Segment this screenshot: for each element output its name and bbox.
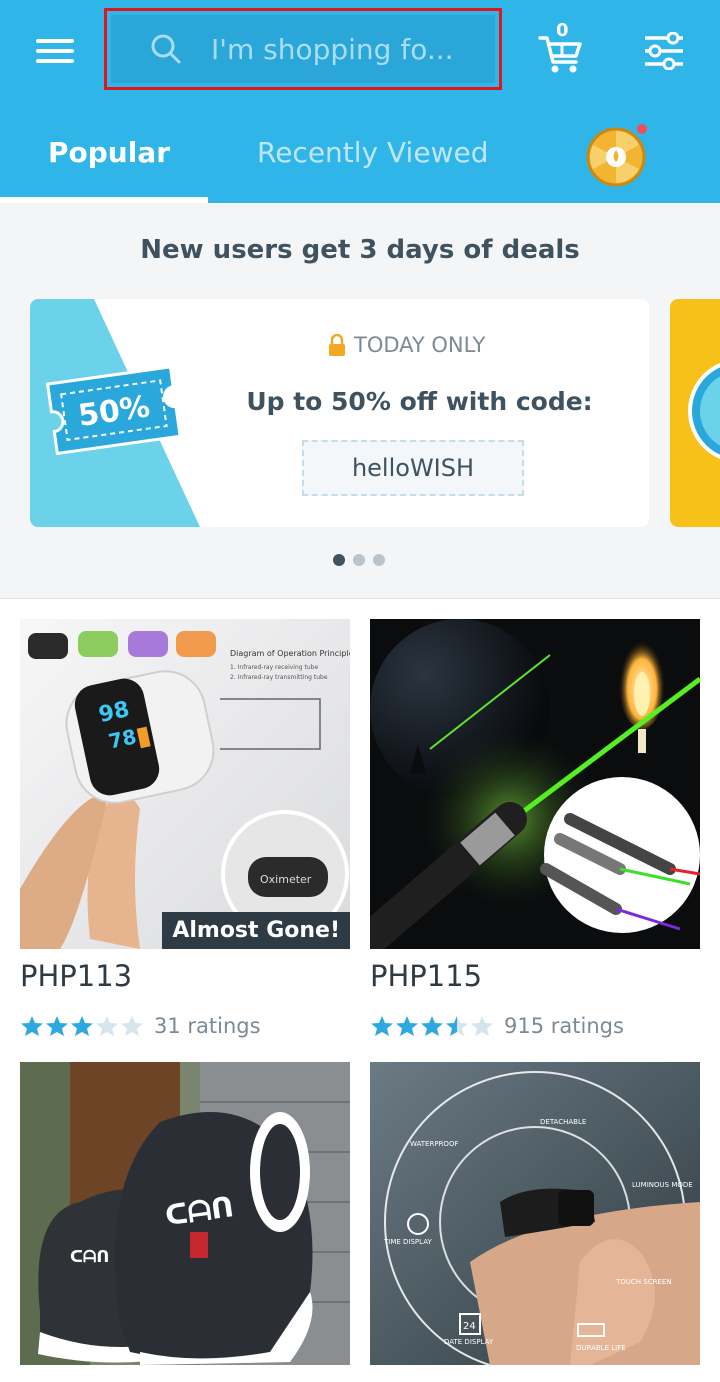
carousel-dot-1[interactable] [333, 554, 345, 566]
feature-durable-life: DURABLE LIFE [576, 1344, 626, 1352]
star-icon [421, 1016, 443, 1036]
spin-wheel-promo-icon [688, 363, 720, 459]
product-card[interactable]: PHP115 915 ratings [370, 619, 700, 1039]
product-card[interactable]: ᑕᗩᑎ ᑕᗩᑎ [20, 1062, 350, 1365]
carousel-dots [333, 554, 385, 566]
product-rating: 31 ratings [20, 1014, 261, 1038]
new-user-deals-section: New users get 3 days of deals 50% TODAY … [0, 203, 720, 599]
date-display-day: 24 [463, 1321, 476, 1332]
filter-sliders-icon [645, 31, 683, 71]
ratings-count: 31 ratings [154, 1014, 261, 1038]
promo-card[interactable]: 50% TODAY ONLY Up to 50% off with code: … [30, 299, 649, 527]
star-icon [46, 1016, 68, 1036]
tab-popular[interactable]: Popular [48, 136, 170, 169]
spin-wheel-icon [586, 124, 647, 187]
carousel-dot-2[interactable] [353, 554, 365, 566]
star-icon [21, 1016, 43, 1036]
product-image-laser-pointer [370, 619, 700, 949]
bottom-edge [0, 1365, 720, 1382]
almost-gone-badge: Almost Gone! [162, 912, 350, 949]
diagram-line-2: 2. Infrared-ray transmitting tube [230, 674, 328, 681]
product-image-oximeter: Diagram of Operation Principle 1. Infrar… [20, 619, 350, 949]
menu-icon[interactable] [36, 36, 76, 68]
star-icon [471, 1016, 493, 1036]
feature-touch-screen: TOUCH SCREEN [615, 1278, 672, 1286]
star-icon [396, 1016, 418, 1036]
star-icon [121, 1016, 143, 1036]
search-bar[interactable] [104, 8, 502, 90]
search-icon [151, 34, 181, 64]
product-rating: 915 ratings [370, 1014, 624, 1038]
product-price: PHP113 [20, 959, 133, 993]
promo-code[interactable]: helloWISH [302, 440, 524, 496]
search-input[interactable] [211, 32, 481, 66]
today-only-tag: TODAY ONLY [328, 333, 485, 357]
product-card[interactable]: Diagram of Operation Principle 1. Infrar… [20, 619, 350, 1039]
cart-button[interactable]: 0 [538, 20, 584, 74]
feature-waterproof: WATERPROOF [410, 1140, 458, 1148]
star-icon [71, 1016, 93, 1036]
coupon-ticket-icon: 50% [30, 299, 200, 527]
oximeter-case-label: Oximeter [260, 873, 312, 886]
cart-count-badge: 0 [556, 20, 569, 41]
star-rating [370, 1015, 494, 1037]
tab-recently-viewed[interactable]: Recently Viewed [257, 136, 488, 169]
feature-time-display: TIME DISPLAY [383, 1238, 432, 1246]
sneaker-logo-small: ᑕᗩᑎ [70, 1247, 109, 1266]
product-card[interactable]: WATERPROOF DETACHABLE LUMINOUS MODE TIME… [370, 1062, 700, 1365]
feature-detachable: DETACHABLE [540, 1118, 586, 1126]
diagram-title: Diagram of Operation Principle [230, 649, 350, 658]
star-icon [96, 1016, 118, 1036]
top-header: 0 Popular Recently Viewed [0, 0, 720, 203]
star-rating [20, 1015, 144, 1037]
product-image-smart-band: WATERPROOF DETACHABLE LUMINOUS MODE TIME… [370, 1062, 700, 1365]
star-icon [371, 1016, 393, 1036]
carousel-dot-3[interactable] [373, 554, 385, 566]
daily-spin-button[interactable] [586, 123, 650, 187]
star-icon [446, 1016, 468, 1036]
feature-date-display: DATE DISPLAY [444, 1338, 494, 1346]
lock-icon [329, 334, 345, 356]
promo-headline: Up to 50% off with code: [246, 387, 593, 416]
next-promo-card[interactable] [670, 299, 720, 527]
diagram-line-1: 1. Infrared-ray receiving tube [230, 664, 318, 671]
ratings-count: 915 ratings [504, 1014, 624, 1038]
filter-button[interactable] [643, 31, 685, 71]
product-price: PHP115 [370, 959, 483, 993]
product-image-sneakers: ᑕᗩᑎ ᑕᗩᑎ [20, 1062, 350, 1365]
deals-heading: New users get 3 days of deals [140, 235, 580, 265]
feature-luminous-mode: LUMINOUS MODE [632, 1181, 693, 1189]
today-only-label: TODAY ONLY [354, 333, 486, 357]
